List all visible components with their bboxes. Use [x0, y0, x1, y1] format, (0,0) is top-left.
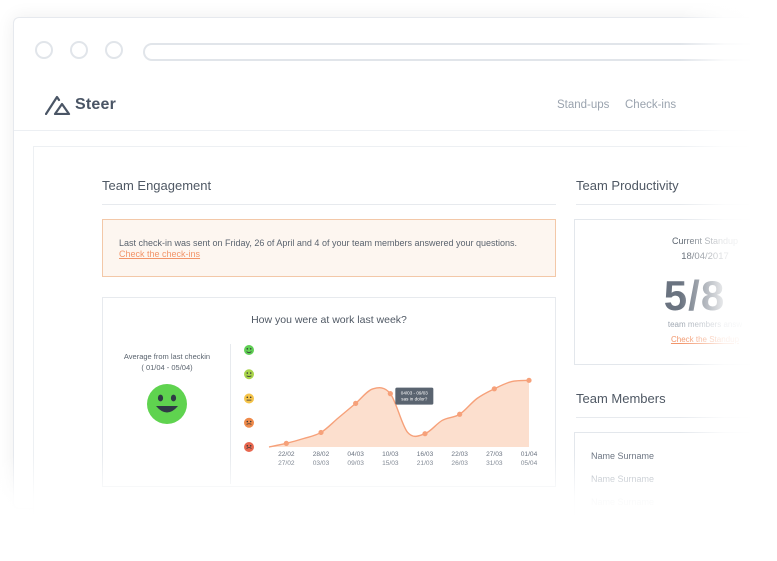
x-tick-label-bottom: 03/03	[313, 460, 330, 467]
chart-point	[526, 377, 532, 383]
chart-point	[387, 391, 393, 397]
x-tick-label-bottom: 27/02	[278, 460, 295, 467]
members-divider	[576, 417, 764, 418]
engagement-divider	[102, 204, 556, 205]
x-tick-label-top: 22/03	[451, 451, 468, 458]
address-bar[interactable]	[143, 43, 777, 61]
browser-chrome	[14, 18, 777, 81]
chart-tooltip-line1: 04/03 - 09/03	[401, 391, 429, 396]
x-tick-label-top: 01/04	[521, 451, 538, 458]
chart-title: How you were at work last week?	[251, 314, 407, 326]
x-tick-label-top: 16/03	[417, 451, 434, 458]
brand[interactable]: Steer	[45, 94, 116, 116]
productivity-divider	[576, 204, 764, 205]
checkin-alert: Last check-in was sent on Friday, 26 of …	[102, 219, 556, 277]
window-maximize-dot[interactable]	[105, 41, 123, 59]
x-tick-label-bottom: 15/03	[382, 460, 399, 467]
standup-date: 18/04/2017	[681, 251, 729, 262]
chart-point	[318, 429, 324, 436]
x-tick-label-bottom: 21/03	[417, 460, 434, 467]
very-happy-icon	[244, 345, 254, 355]
member-row[interactable]: Name Surname	[591, 497, 654, 507]
member-row[interactable]: Name Surname	[591, 451, 654, 461]
happy-icon	[244, 369, 254, 380]
chart-point	[491, 386, 497, 392]
engagement-chart-card: How you were at work last week? Average …	[102, 297, 556, 487]
x-tick-label-top: 10/03	[382, 451, 399, 458]
x-tick-label-bottom: 26/03	[451, 460, 468, 467]
alert-link[interactable]: Check the check-ins	[119, 249, 200, 259]
standup-link[interactable]: Check the Standup	[575, 335, 777, 344]
productivity-title: Team Productivity	[576, 178, 679, 193]
average-label-text: Average from last checkin	[123, 352, 211, 361]
standup-sub: team members answ	[667, 320, 743, 329]
alert-text: Last check-in was sent on Friday, 26 of …	[119, 238, 518, 248]
x-tick-label-bottom: 09/03	[347, 460, 364, 467]
window-close-dot[interactable]	[35, 41, 53, 59]
average-range: ( 01/04 - 05/04)	[141, 363, 193, 372]
chart-tooltip-line2: sas in dolor?	[401, 397, 427, 402]
brand-name: Steer	[75, 96, 117, 113]
x-tick-label-top: 22/02	[278, 451, 295, 458]
neutral-icon	[244, 393, 254, 404]
chart-point	[422, 431, 428, 437]
productivity-card: Current Standup 18/04/2017 5/8 team memb…	[574, 219, 777, 365]
members-title: Team Members	[576, 391, 666, 406]
engagement-chart: 04/03 - 09/03sas in dolor? 22/02 27/02 28/0…	[244, 345, 538, 467]
steer-logo-icon	[45, 95, 71, 115]
chart-point	[457, 411, 463, 417]
chart-point	[353, 400, 359, 406]
very-happy-face-icon	[147, 384, 187, 424]
x-tick-label-top: 04/03	[347, 451, 364, 458]
window-minimize-dot[interactable]	[70, 41, 88, 59]
engagement-title: Team Engagement	[102, 178, 212, 193]
chart-point	[283, 440, 289, 446]
standup-label: Current Standup	[671, 236, 739, 246]
x-tick-label-top: 27/03	[486, 451, 503, 458]
chart-divider	[230, 344, 231, 484]
x-tick-label-top: 28/02	[313, 451, 330, 458]
nav-checkins[interactable]: Check-ins	[625, 99, 676, 111]
member-row[interactable]: Name Surname	[591, 474, 654, 484]
members-card: Name Surname Name Surname Name Surname	[574, 432, 777, 532]
nav-standups[interactable]: Stand-ups	[557, 99, 609, 111]
sad-icon	[244, 417, 254, 428]
very-sad-icon	[244, 442, 254, 452]
x-tick-label-bottom: 05/04	[521, 460, 538, 467]
x-tick-label-bottom: 31/03	[486, 460, 503, 467]
average-label: Average from last checkin ( 01/04 - 05/0…	[107, 351, 227, 373]
standup-count: 5/8	[663, 272, 726, 319]
